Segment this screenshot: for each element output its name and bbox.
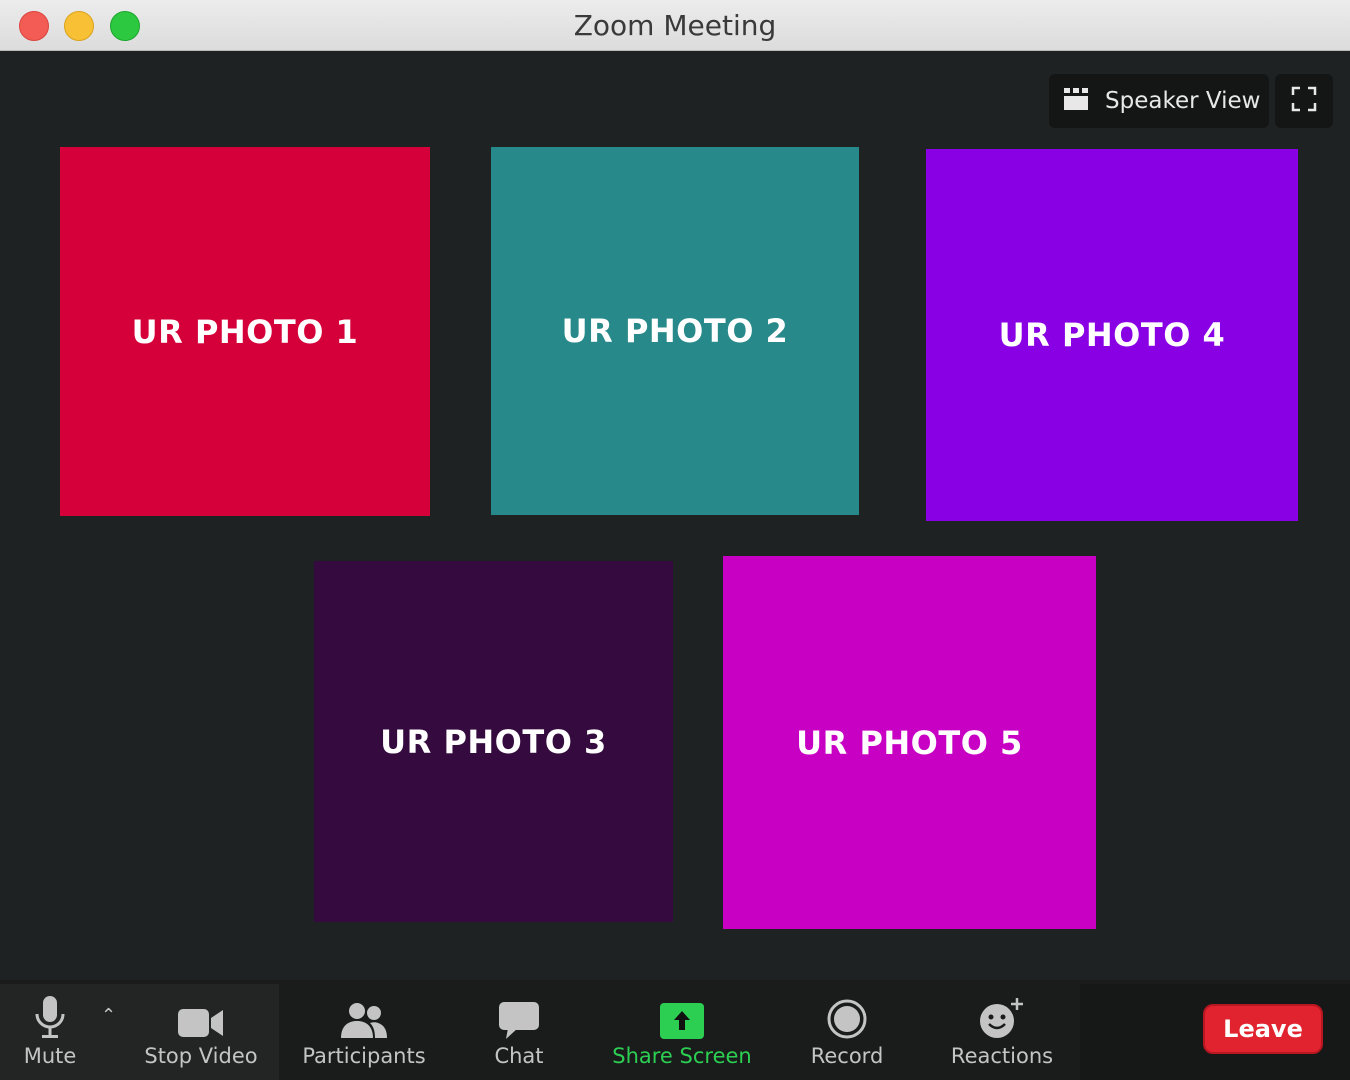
video-tile-5[interactable]: UR PHOTO 5 <box>723 556 1096 929</box>
record-label: Record <box>810 1044 884 1068</box>
window-title: Zoom Meeting <box>573 9 777 42</box>
reactions-button[interactable]: Reactions <box>946 980 1058 1080</box>
tile-label: UR PHOTO 2 <box>561 312 789 350</box>
grid-view-icon <box>1063 87 1089 115</box>
stop-video-label: Stop Video <box>144 1044 258 1068</box>
chat-label: Chat <box>494 1044 544 1068</box>
record-icon <box>826 980 868 1040</box>
fullscreen-button[interactable] <box>1275 74 1333 128</box>
video-tile-2[interactable]: UR PHOTO 2 <box>491 147 859 515</box>
video-tile-1[interactable]: UR PHOTO 1 <box>60 147 430 516</box>
stop-video-button[interactable]: Stop Video <box>135 980 267 1080</box>
video-tile-3[interactable]: UR PHOTO 3 <box>314 561 673 922</box>
microphone-icon <box>33 980 67 1040</box>
tile-label: UR PHOTO 5 <box>796 723 1023 762</box>
chat-button[interactable]: Chat <box>484 980 554 1080</box>
participants-button[interactable]: Participants <box>296 980 432 1080</box>
share-screen-label: Share Screen <box>612 1044 752 1068</box>
share-screen-icon <box>659 980 705 1040</box>
smiley-add-icon <box>979 980 1025 1040</box>
record-button[interactable]: Record <box>803 980 891 1080</box>
speaker-view-label: Speaker View <box>1105 88 1261 114</box>
tile-label: UR PHOTO 4 <box>998 316 1226 354</box>
meeting-toolbar: Mute Stop Video Participants Chat Share … <box>0 980 1350 1080</box>
leave-button[interactable]: Leave <box>1203 1004 1323 1054</box>
mute-button[interactable]: Mute <box>14 980 86 1080</box>
fullscreen-icon <box>1291 86 1317 116</box>
tile-label: UR PHOTO 3 <box>380 722 607 761</box>
participants-label: Participants <box>302 1044 426 1068</box>
mute-label: Mute <box>23 1044 77 1068</box>
tile-label: UR PHOTO 1 <box>131 312 359 351</box>
window-titlebar: Zoom Meeting <box>0 0 1350 51</box>
chat-bubble-icon <box>498 980 540 1040</box>
share-screen-button[interactable]: Share Screen <box>606 980 758 1080</box>
audio-options-caret-icon[interactable]: ⌃ <box>101 1005 116 1026</box>
speaker-view-button[interactable]: Speaker View <box>1049 74 1269 128</box>
reactions-label: Reactions <box>950 1044 1054 1068</box>
leave-label: Leave <box>1223 1015 1303 1043</box>
participants-icon <box>340 980 388 1040</box>
video-camera-icon <box>177 980 225 1040</box>
video-tile-4[interactable]: UR PHOTO 4 <box>926 149 1298 521</box>
